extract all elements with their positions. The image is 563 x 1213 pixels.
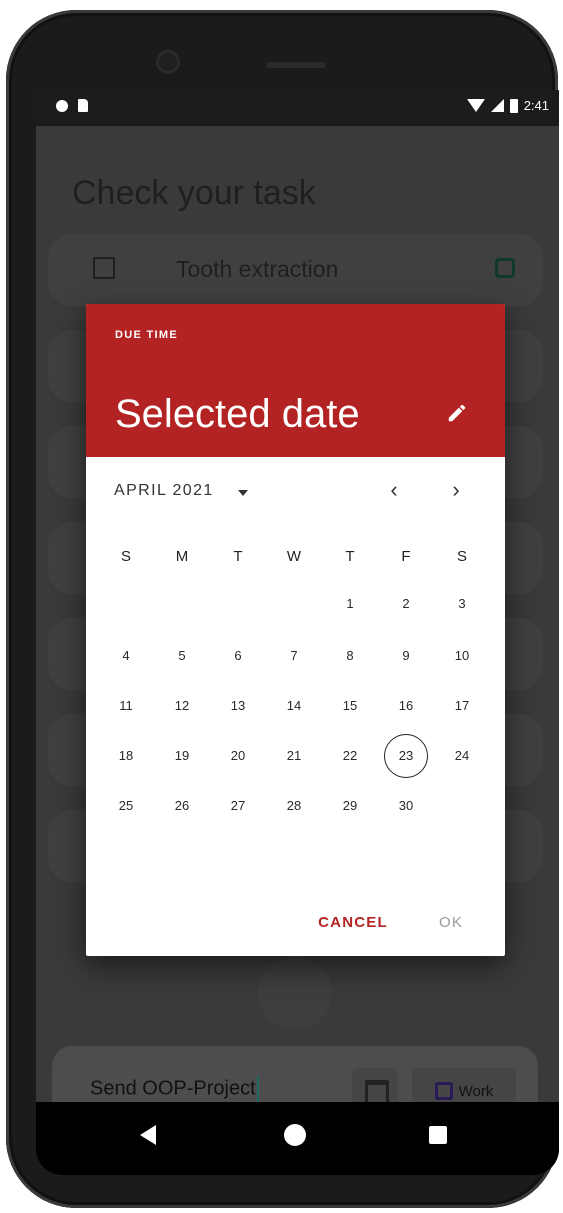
next-month-button[interactable]: › [444,478,468,502]
calendar-day[interactable]: 12 [160,684,204,728]
date-picker-dialog: DUE TIME Selected date APRIL 2021 ‹ › S M… [86,304,505,956]
ok-button[interactable]: OK [426,908,476,938]
weekday-label: S [456,548,467,565]
weekday-label: S [120,548,131,565]
calendar-day[interactable]: 20 [216,734,260,778]
calendar-day[interactable]: 22 [328,734,372,778]
dialog-header: DUE TIME Selected date [86,304,505,457]
task-category-tag [495,258,515,278]
calendar-day[interactable]: 5 [160,634,204,678]
recent-apps-icon[interactable] [429,1126,447,1144]
calendar-day[interactable]: 10 [440,634,484,678]
task-label: Tooth extraction [176,256,339,282]
category-color-icon [434,1082,453,1100]
calendar-day[interactable]: 6 [216,634,260,678]
task-card[interactable]: Tooth extraction [48,234,543,306]
weekday-label: T [233,548,243,565]
cancel-button[interactable]: CANCEL [308,908,398,938]
category-label: Work [458,1082,494,1100]
edit-pencil-icon[interactable] [446,402,468,424]
calendar-day[interactable]: 3 [440,582,484,626]
calendar-day[interactable]: 4 [104,634,148,678]
dialog-header-label: DUE TIME [115,329,178,341]
home-icon[interactable] [284,1124,306,1146]
earpiece-speaker [266,62,326,68]
sd-card-icon [78,99,88,112]
front-camera [156,50,180,74]
weekday-label: T [345,548,355,565]
weekday-label: M [175,548,189,565]
weekday-label: W [286,548,302,565]
back-icon[interactable] [140,1125,156,1145]
navigation-bar [36,1102,559,1175]
calendar-day[interactable]: 24 [440,734,484,778]
calendar-day[interactable]: 27 [216,784,260,828]
calendar-day[interactable]: 17 [440,684,484,728]
calendar-day[interactable]: 19 [160,734,204,778]
status-bar: 2:41 [36,90,559,126]
wifi-icon [466,99,485,112]
calendar-day[interactable]: 28 [272,784,316,828]
calendar-day[interactable]: 21 [272,734,316,778]
calendar-day[interactable]: 13 [216,684,260,728]
dialog-title: Selected date [115,392,360,436]
weekday-label: F [401,548,411,565]
notification-dot-icon [56,99,68,112]
calendar-day[interactable]: 18 [104,734,148,778]
calendar-day[interactable]: 2 [384,582,428,626]
battery-icon [509,98,518,113]
previous-month-button[interactable]: ‹ [382,478,406,502]
calendar-day[interactable]: 9 [384,634,428,678]
calendar-day[interactable]: 7 [272,634,316,678]
phone-frame: 2:41 Check your task Tooth extraction Se… [6,10,559,1208]
page-title: Check your task [72,174,316,212]
device-screen: 2:41 Check your task Tooth extraction Se… [36,90,559,1175]
calendar-day[interactable]: 1 [328,582,372,626]
calendar-day[interactable]: 30 [384,784,428,828]
calendar-day[interactable]: 11 [104,684,148,728]
calendar-day[interactable]: 16 [384,684,428,728]
calendar-day[interactable]: 14 [272,684,316,728]
calendar-day[interactable]: 15 [328,684,372,728]
text-caret [256,1076,259,1102]
calendar-day[interactable]: 29 [328,784,372,828]
signal-icon [490,99,504,112]
task-checkbox[interactable] [93,257,115,279]
calendar-day[interactable]: 26 [160,784,204,828]
calendar-day[interactable]: 25 [104,784,148,828]
task-input[interactable]: Send OOP-Project [90,1076,259,1102]
add-task-fab[interactable] [258,956,332,1030]
calendar-day[interactable]: 8 [328,634,372,678]
calendar-day-selected[interactable]: 23 [384,734,428,778]
status-time: 2:41 [523,98,549,113]
chevron-down-icon[interactable] [238,490,248,496]
month-year-selector[interactable]: APRIL 2021 [114,482,214,500]
